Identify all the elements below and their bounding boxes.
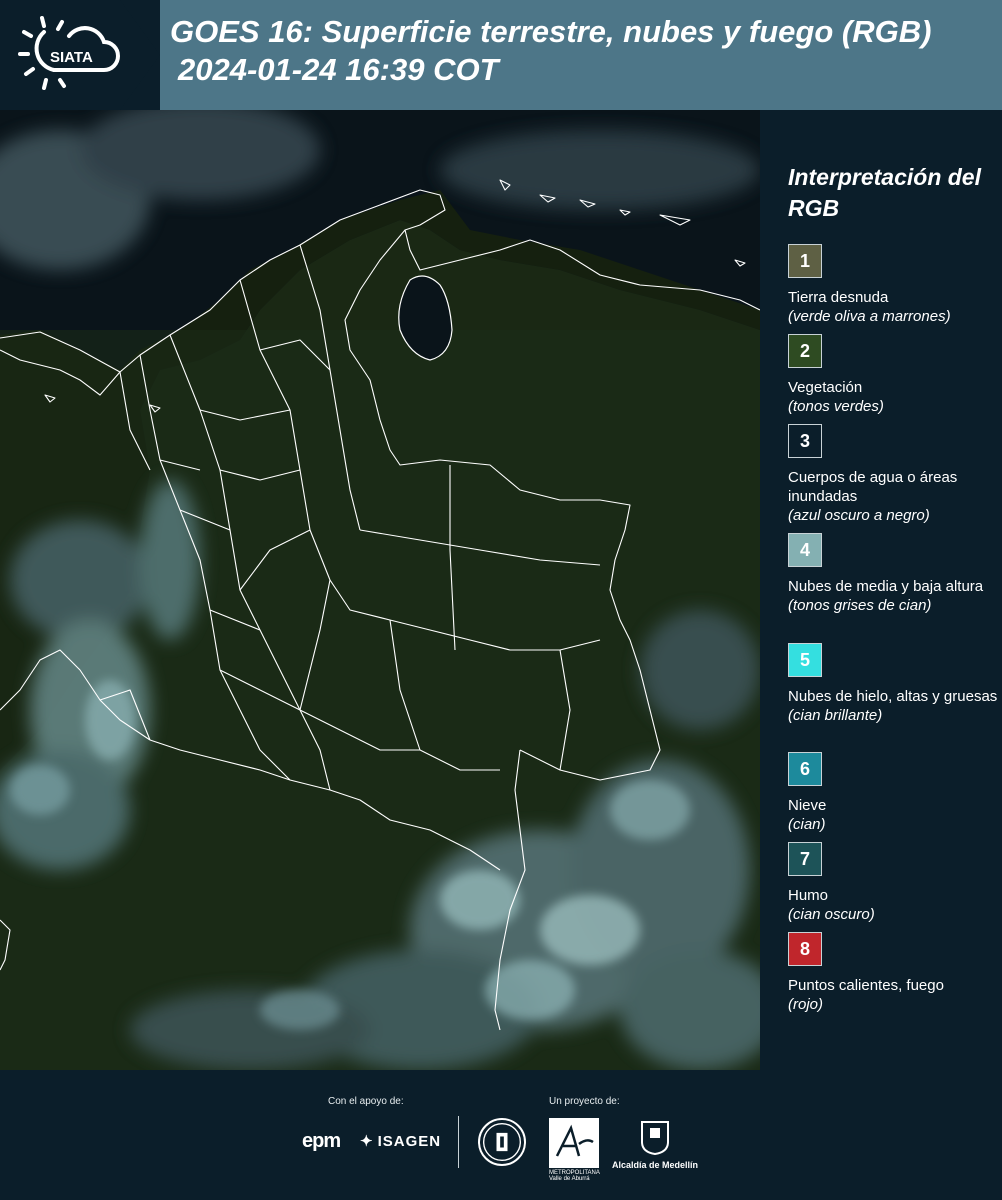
legend-item-sub: (verde oliva a marrones) (788, 308, 951, 325)
legend-item-sub: (tonos verdes) (788, 398, 884, 415)
legend-item-label: Nubes de media y baja altura (788, 578, 984, 595)
legend-item-label: Nubes de hielo, altas y gruesas (788, 688, 998, 705)
legend-item-ice-clouds: 5 Nubes de hielo, altas y gruesas (cian … (788, 643, 998, 725)
satellite-map (0, 110, 760, 1070)
legend-swatch: 5 (788, 643, 822, 677)
legend-swatch: 1 (788, 244, 822, 278)
area-metropolitana-logo (549, 1118, 599, 1168)
project-label: Un proyecto de: (549, 1096, 620, 1107)
seal-icon (478, 1118, 526, 1166)
legend-item-sub: (cian brillante) (788, 707, 883, 724)
legend-item-label: Cuerpos de agua o áreas inundadas (788, 469, 958, 505)
legend-item-fire: 8 Puntos calientes, fuego (rojo) (788, 932, 998, 1014)
legend-item-label: Vegetación (788, 379, 863, 396)
alcaldia-shield-icon (641, 1121, 669, 1156)
legend-item-sub: (azul oscuro a negro) (788, 507, 930, 524)
legend-item-sub: (cian oscuro) (788, 906, 875, 923)
legend-item-smoke: 7 Humo (cian oscuro) (788, 842, 998, 924)
legend-panel: Interpretación del RGB 1 Tierra desnuda … (760, 110, 1002, 1070)
footer-divider (458, 1116, 459, 1168)
legend-swatch: 4 (788, 533, 822, 567)
legend-item-sub: (rojo) (788, 996, 824, 1013)
legend-swatch: 7 (788, 842, 822, 876)
legend-item-vegetation: 2 Vegetación (tonos verdes) (788, 334, 998, 416)
siata-logo: SIATA (18, 16, 120, 90)
support-label: Con el apoyo de: (328, 1096, 404, 1107)
legend-item-water: 3 Cuerpos de agua o áreas inundadas (azu… (788, 424, 998, 525)
legend-item-low-clouds: 4 Nubes de media y baja altura (tonos gr… (788, 533, 998, 615)
legend-item-snow: 6 Nieve (cian) (788, 752, 998, 834)
legend-item-label: Puntos calientes, fuego (788, 977, 944, 994)
header: SIATA GOES 16: Superficie terrestre, nub… (0, 0, 1002, 110)
legend-swatch: 2 (788, 334, 822, 368)
legend-swatch: 6 (788, 752, 822, 786)
legend-item-sub: (cian) (788, 816, 826, 833)
legend-swatch: 3 (788, 424, 822, 458)
legend-title: Interpretación del RGB (788, 164, 981, 221)
footer: Con el apoyo de: Un proyecto de: epm ✦ I… (0, 1070, 1002, 1200)
legend-item-sub: (tonos grises de cian) (788, 597, 932, 614)
page-title: GOES 16: Superficie terrestre, nubes y f… (170, 14, 932, 49)
legend-item-label: Humo (788, 887, 829, 904)
isagen-logo: ✦ ISAGEN (360, 1132, 442, 1151)
isagen-mark-icon: ✦ (360, 1133, 374, 1150)
isagen-label: ISAGEN (377, 1132, 442, 1150)
legend-item-label: Tierra desnuda (788, 289, 889, 306)
svg-text:SIATA: SIATA (50, 49, 93, 66)
alcaldia-label: Alcaldía de Medellín (612, 1160, 699, 1170)
area-metropolitana-text: METROPOLITANA Valle de Aburrá (549, 1170, 600, 1182)
epm-logo: epm (302, 1130, 341, 1152)
legend-item-bare-soil: 1 Tierra desnuda (verde oliva a marrones… (788, 244, 998, 326)
legend-item-label: Nieve (788, 797, 827, 814)
legend-swatch: 8 (788, 932, 822, 966)
timestamp: 2024-01-24 16:39 COT (178, 52, 499, 87)
